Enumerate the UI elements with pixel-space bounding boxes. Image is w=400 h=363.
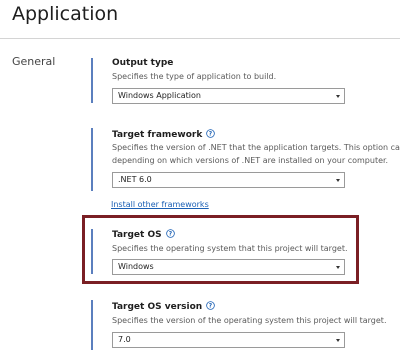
target-os-accent-bar <box>91 229 93 274</box>
chevron-down-icon <box>336 339 340 342</box>
target-os-dropdown[interactable]: Windows <box>112 259 345 275</box>
target-os-description: Specifies the operating system that this… <box>112 244 348 253</box>
target-framework-heading: Target framework <box>112 130 203 140</box>
chevron-down-icon <box>336 179 340 182</box>
target-os-heading-row: Target OS? <box>112 229 175 240</box>
chevron-down-icon <box>336 95 340 98</box>
target-framework-description-line1: Specifies the version of .NET that the a… <box>112 143 400 152</box>
help-circle-icon[interactable]: ? <box>206 301 215 310</box>
target-os-version-heading-row: Target OS version? <box>112 301 215 312</box>
output-type-selected-value: Windows Application <box>118 91 201 100</box>
target-os-version-description: Specifies the version of the operating s… <box>112 316 387 325</box>
section-label-general: General <box>12 55 56 68</box>
page-title: Application <box>12 3 119 25</box>
target-framework-description-line2: depending on which versions of .NET are … <box>112 156 389 165</box>
target-os-heading: Target OS <box>112 230 162 240</box>
target-os-selected-value: Windows <box>118 262 154 271</box>
target-os-version-dropdown[interactable]: 7.0 <box>112 332 345 348</box>
help-circle-icon[interactable]: ? <box>165 229 175 238</box>
output-type-accent-bar <box>91 58 93 103</box>
target-framework-dropdown[interactable]: .NET 6.0 <box>112 172 345 188</box>
output-type-description: Specifies the type of application to bui… <box>112 72 277 81</box>
chevron-down-icon <box>336 266 340 269</box>
target-framework-accent-bar <box>91 128 93 191</box>
target-framework-heading-row: Target framework? <box>112 129 216 140</box>
help-circle-icon[interactable]: ? <box>206 129 216 138</box>
output-type-heading: Output type <box>112 58 174 68</box>
title-divider <box>0 38 400 39</box>
install-other-frameworks-link[interactable]: Install other frameworks <box>111 200 209 209</box>
target-os-version-heading: Target OS version <box>112 302 203 312</box>
target-framework-selected-value: .NET 6.0 <box>118 175 152 184</box>
output-type-dropdown[interactable]: Windows Application <box>112 88 345 104</box>
target-os-version-accent-bar <box>91 300 93 350</box>
target-os-version-selected-value: 7.0 <box>118 335 131 344</box>
